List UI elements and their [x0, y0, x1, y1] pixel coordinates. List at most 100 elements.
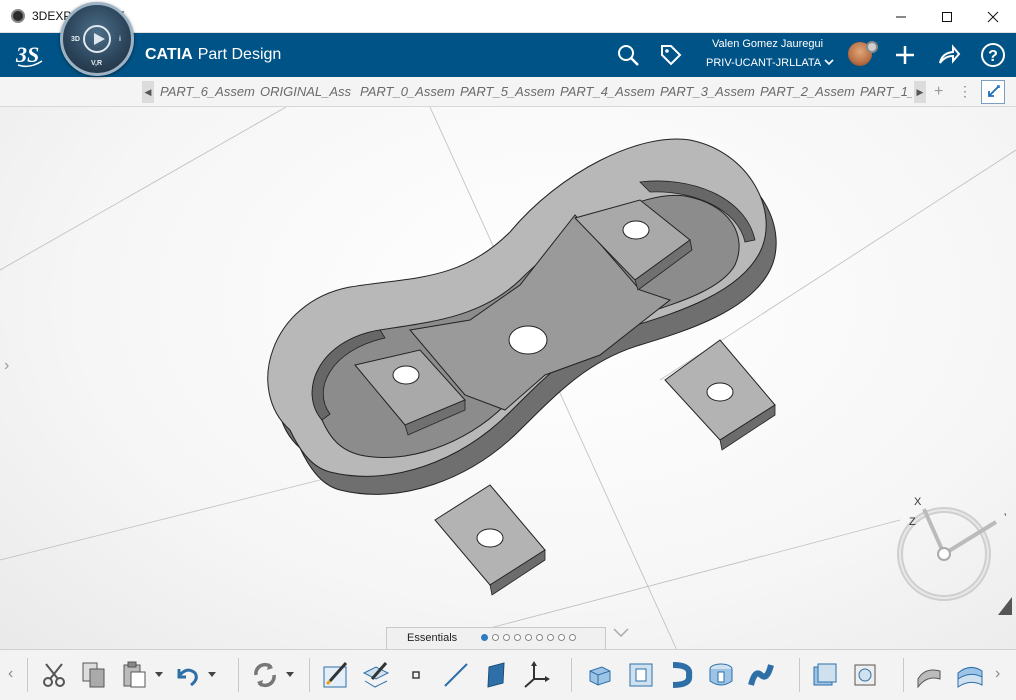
undo-options-caret-icon[interactable] — [208, 672, 216, 677]
undo-icon — [177, 668, 198, 687]
new-tab-button[interactable]: + — [934, 83, 943, 101]
surface-icon — [917, 669, 941, 689]
tab-part-3[interactable]: PART_3_Assem — [657, 77, 757, 107]
tabs-scroll-right-button[interactable]: ▶ — [914, 81, 926, 103]
copy-button[interactable] — [79, 660, 109, 690]
help-button[interactable]: ? — [978, 41, 1008, 69]
cut-button[interactable] — [39, 660, 69, 690]
section-dot[interactable] — [492, 634, 499, 641]
expand-panel-chevron-icon[interactable]: › — [4, 357, 9, 375]
tenant-selector[interactable]: PRIV-UCANT-JRLLATA — [706, 57, 834, 69]
tab-part-0[interactable]: PART_0_Assem — [357, 77, 457, 107]
orientation-triad[interactable]: X Y Z — [896, 494, 1006, 604]
separator — [799, 658, 800, 692]
dassault-logo-icon[interactable]: 3S — [14, 39, 46, 71]
user-name[interactable]: Valen Gomez Jauregui — [712, 38, 823, 50]
part-model[interactable] — [267, 138, 777, 596]
undo-button[interactable] — [172, 660, 202, 690]
paste-button[interactable] — [119, 660, 149, 690]
section-dot[interactable] — [536, 634, 543, 641]
groove-button[interactable] — [706, 660, 736, 690]
search-button[interactable] — [613, 41, 643, 69]
plus-icon — [896, 46, 914, 64]
positioned-sketch-button[interactable] — [361, 660, 391, 690]
module-name: Part Design — [197, 46, 282, 63]
tab-part-2[interactable]: PART_2_Assem — [757, 77, 857, 107]
shaft-button[interactable] — [666, 660, 696, 690]
play-icon[interactable] — [83, 25, 111, 53]
rib-icon — [748, 664, 774, 686]
cut-icon — [43, 663, 65, 687]
3d-viewport[interactable]: › X Y Z — [0, 107, 1016, 657]
multi-surface-button[interactable] — [955, 660, 985, 690]
action-bar: ‹ › — [0, 649, 1016, 700]
point-button[interactable] — [401, 660, 431, 690]
app-icon — [11, 9, 25, 23]
axis-system-button[interactable] — [521, 660, 551, 690]
pocket-button[interactable] — [626, 660, 656, 690]
point-icon — [412, 671, 420, 679]
pad-button[interactable] — [585, 660, 615, 690]
share-button[interactable] — [934, 41, 964, 69]
close-button[interactable] — [970, 0, 1016, 33]
tab-part-6[interactable]: PART_6_Assem — [157, 77, 257, 107]
minimize-button[interactable] — [878, 0, 924, 33]
update-icon — [254, 662, 276, 688]
section-dot[interactable] — [569, 634, 576, 641]
section-dot[interactable] — [558, 634, 565, 641]
section-dot[interactable] — [503, 634, 510, 641]
compass-info-label: i — [119, 36, 121, 43]
window-titlebar: 3DEXPERIENCE — [0, 0, 1016, 33]
triad-z-label: Z — [909, 516, 916, 528]
shell-icon — [854, 664, 876, 686]
view-corner-handle-icon[interactable] — [998, 597, 1012, 615]
separator — [903, 658, 904, 692]
section-label: Essentials — [407, 632, 458, 644]
action-bar-scroll-right-icon[interactable]: › — [995, 665, 1000, 683]
shell-button[interactable] — [850, 660, 880, 690]
update-options-caret-icon[interactable] — [286, 672, 294, 677]
minimize-icon — [896, 16, 906, 17]
triad-x-label: X — [914, 496, 922, 508]
pad-icon — [589, 666, 611, 686]
maximize-button[interactable] — [924, 0, 970, 33]
paste-options-caret-icon[interactable] — [155, 672, 163, 677]
compass-vr-label: V,R — [91, 60, 103, 67]
section-dot[interactable] — [514, 634, 521, 641]
share-icon — [939, 44, 961, 64]
tab-part-1[interactable]: PART_1_A — [857, 77, 912, 107]
rib-button[interactable] — [746, 660, 776, 690]
section-dot[interactable] — [547, 634, 554, 641]
section-dot[interactable] — [525, 634, 532, 641]
brand-name: CATIA — [145, 46, 193, 63]
tag-button[interactable] — [656, 41, 686, 69]
fit-all-button[interactable] — [981, 80, 1005, 104]
line-icon — [444, 663, 468, 687]
tab-part-4[interactable]: PART_4_Assem — [557, 77, 657, 107]
separator — [571, 658, 572, 692]
tab-part-5[interactable]: PART_5_Assem — [457, 77, 557, 107]
action-section-switcher[interactable]: Essentials — [386, 627, 606, 649]
collapse-chevron-icon[interactable] — [613, 628, 629, 638]
more-options-icon[interactable]: ⋮ — [958, 83, 972, 100]
chevron-down-icon — [824, 59, 834, 66]
add-button[interactable] — [890, 41, 920, 69]
section-dot[interactable] — [481, 634, 488, 641]
axis-system-icon — [524, 661, 550, 688]
tabs-scroll-left-button[interactable]: ◀ — [142, 81, 154, 103]
update-button[interactable] — [250, 660, 280, 690]
pocket-icon — [629, 663, 653, 687]
compass-widget[interactable]: 3D i V,R — [60, 2, 134, 76]
document-tabs: PART_6_Assem ORIGINAL_Ass PART_0_Assem PART… — [157, 77, 912, 107]
surface-button[interactable] — [914, 660, 944, 690]
separator — [238, 658, 239, 692]
tab-original[interactable]: ORIGINAL_Ass — [257, 77, 357, 107]
plane-button[interactable] — [481, 660, 511, 690]
model-canvas[interactable] — [0, 107, 1016, 657]
shaft-icon — [672, 662, 693, 688]
sketch-button[interactable] — [321, 660, 351, 690]
thickness-button[interactable] — [810, 660, 840, 690]
action-bar-scroll-left-icon[interactable]: ‹ — [8, 665, 13, 683]
positioned-sketch-icon — [362, 662, 390, 688]
line-button[interactable] — [441, 660, 471, 690]
